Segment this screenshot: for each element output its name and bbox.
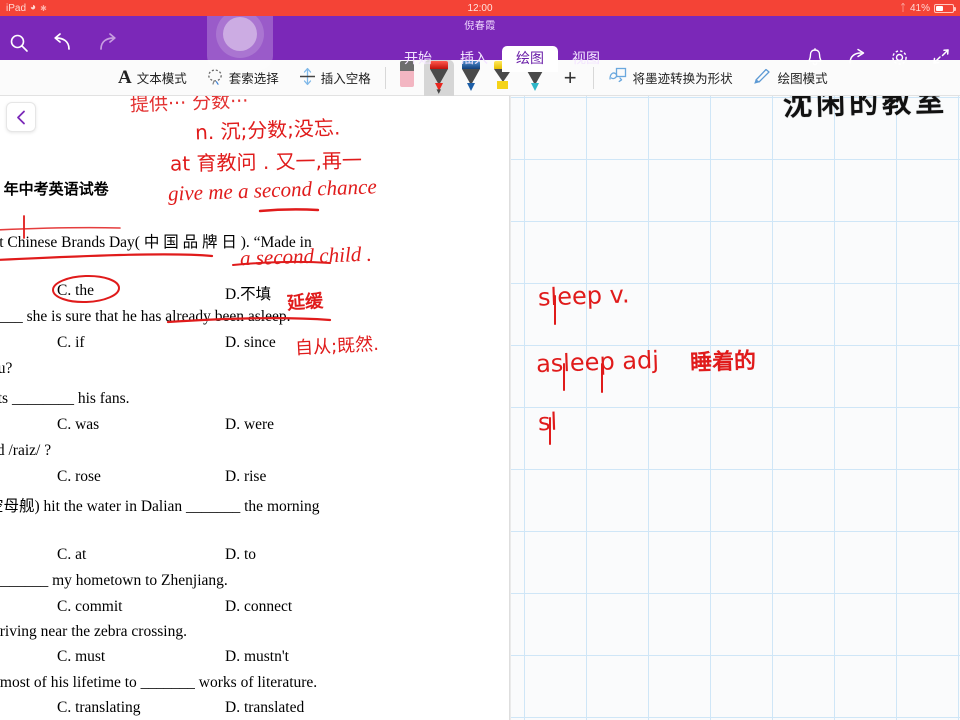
doc-line: D. to xyxy=(225,546,256,563)
doc-line: C. at xyxy=(57,546,87,563)
insert-space-label: 插入空格 xyxy=(320,72,371,86)
bluetooth-icon: ᛏ xyxy=(899,2,906,14)
convert-ink-to-shape-button[interactable]: 将墨迹转换为形状 xyxy=(598,62,743,94)
doc-line: 7 年中考英语试卷 xyxy=(0,180,109,198)
drawing-mode-label: 绘图模式 xyxy=(777,72,828,86)
doc-line: D. mustn't xyxy=(225,648,289,665)
doc-line: ou? xyxy=(0,360,13,377)
ios-status-bar: iPad ◕ ✱ 12:00 ᛏ 41% xyxy=(0,0,960,16)
doc-line: s most of his lifetime to _______ works … xyxy=(0,674,318,691)
text-mode-label: 文本模式 xyxy=(136,72,187,86)
doc-line: C. translating xyxy=(57,699,141,716)
note-canvas-pane[interactable]: sleep v. asleep adj 睡着的 sl xyxy=(510,96,960,720)
doc-line: nts ________ his fans. xyxy=(0,390,130,407)
letter-a-icon: A xyxy=(118,66,132,88)
doc-line: _______ my hometown to Zhenjiang. xyxy=(0,572,228,589)
doc-line: driving near the zebra crossing. xyxy=(0,623,187,640)
red-annotation: 自从;既然. xyxy=(294,333,380,360)
doc-line: 空母舰) hit the water in Dalian _______ the… xyxy=(0,498,320,515)
status-bar-clock: 12:00 xyxy=(467,2,493,14)
share-icon[interactable] xyxy=(846,46,868,68)
battery-percent-label: 41% xyxy=(909,2,930,14)
tab-home[interactable]: 开始 xyxy=(390,46,446,72)
handwritten-note: sleep v. xyxy=(537,280,631,312)
insert-space-button[interactable]: 插入空格 xyxy=(289,62,381,94)
tab-insert[interactable]: 插入 xyxy=(446,46,502,72)
text-mode-button[interactable]: A 文本模式 xyxy=(108,62,197,94)
handwritten-note: 睡着的 xyxy=(689,348,757,377)
doc-line: C. commit xyxy=(57,598,123,615)
lasso-select-label: 套索选择 xyxy=(228,72,279,86)
chevron-down-icon[interactable]: ▾ xyxy=(424,86,454,95)
red-annotation: give me a second chance xyxy=(167,174,378,206)
red-annotation: at 育教问 . 又一,再一 xyxy=(169,148,363,176)
assistive-touch-outer-ring xyxy=(216,10,264,58)
lasso-icon xyxy=(207,68,224,88)
tab-view[interactable]: 视图 xyxy=(558,46,614,72)
red-annotation: 延缓 xyxy=(286,290,324,315)
note-ink-strokes xyxy=(549,295,603,445)
doc-line: ed /raiz/ ? xyxy=(0,442,52,459)
doc-line: D. translated xyxy=(225,699,305,716)
status-bar-right: ᛏ 41% xyxy=(899,2,956,14)
doc-line: D.不填 xyxy=(225,286,272,303)
doc-line: C. must xyxy=(57,648,106,665)
app-ribbon-header: 倪春霞 开始 插入 绘图 视图 xyxy=(0,16,960,72)
red-annotation: a second child . xyxy=(239,241,373,271)
doc-line: D. connect xyxy=(225,598,293,615)
doc-line: C. was xyxy=(57,416,100,433)
ribbon-header-actions xyxy=(804,46,952,68)
workspace: 7 年中考英语试卷 rst Chinese Brands Day( 中 国 品 … xyxy=(0,84,960,720)
doc-line: D. since xyxy=(225,334,276,351)
doc-line: D. were xyxy=(225,416,275,433)
red-annotation: n. 沉;分数;没忘. xyxy=(194,115,341,145)
undo-icon[interactable] xyxy=(50,30,76,56)
search-icon[interactable] xyxy=(6,30,32,56)
ribbon-ink-group: 将墨迹转换为形状 绘图模式 xyxy=(598,60,838,96)
ribbon-divider xyxy=(384,66,386,89)
doc-line: C. rose xyxy=(57,468,101,485)
collapse-ribbon-icon[interactable] xyxy=(930,46,952,68)
battery-icon xyxy=(934,3,956,13)
tab-draw[interactable]: 绘图 xyxy=(502,46,558,72)
handwritten-note: asleep adj xyxy=(535,345,660,379)
doc-line: D. rise xyxy=(225,468,267,485)
redo-icon[interactable] xyxy=(94,30,120,56)
chevron-left-icon xyxy=(16,110,25,124)
doc-line: C. if xyxy=(57,334,85,351)
pane-divider xyxy=(509,96,511,720)
gear-icon[interactable] xyxy=(888,46,910,68)
account-name-label: 倪春霞 xyxy=(464,21,496,32)
vertical-arrows-icon xyxy=(299,67,316,89)
bell-icon[interactable] xyxy=(804,46,826,68)
back-button[interactable] xyxy=(6,102,36,132)
document-pane[interactable]: 7 年中考英语试卷 rst Chinese Brands Day( 中 国 品 … xyxy=(0,96,510,720)
doc-line: _____ she is sure that he has already be… xyxy=(0,308,291,325)
handwritten-note: sl xyxy=(537,407,558,437)
red-annotation-clipped: 提供··· 分数··· xyxy=(129,96,249,117)
convert-ink-label: 将墨迹转换为形状 xyxy=(632,72,733,86)
ribbon-nav-left xyxy=(6,30,120,56)
ribbon-tab-bar: 开始 插入 绘图 视图 xyxy=(390,46,614,72)
pen-cursor-icon xyxy=(753,67,773,88)
doc-line: C. the xyxy=(57,282,95,299)
assistive-touch-inner-ring xyxy=(223,17,257,51)
